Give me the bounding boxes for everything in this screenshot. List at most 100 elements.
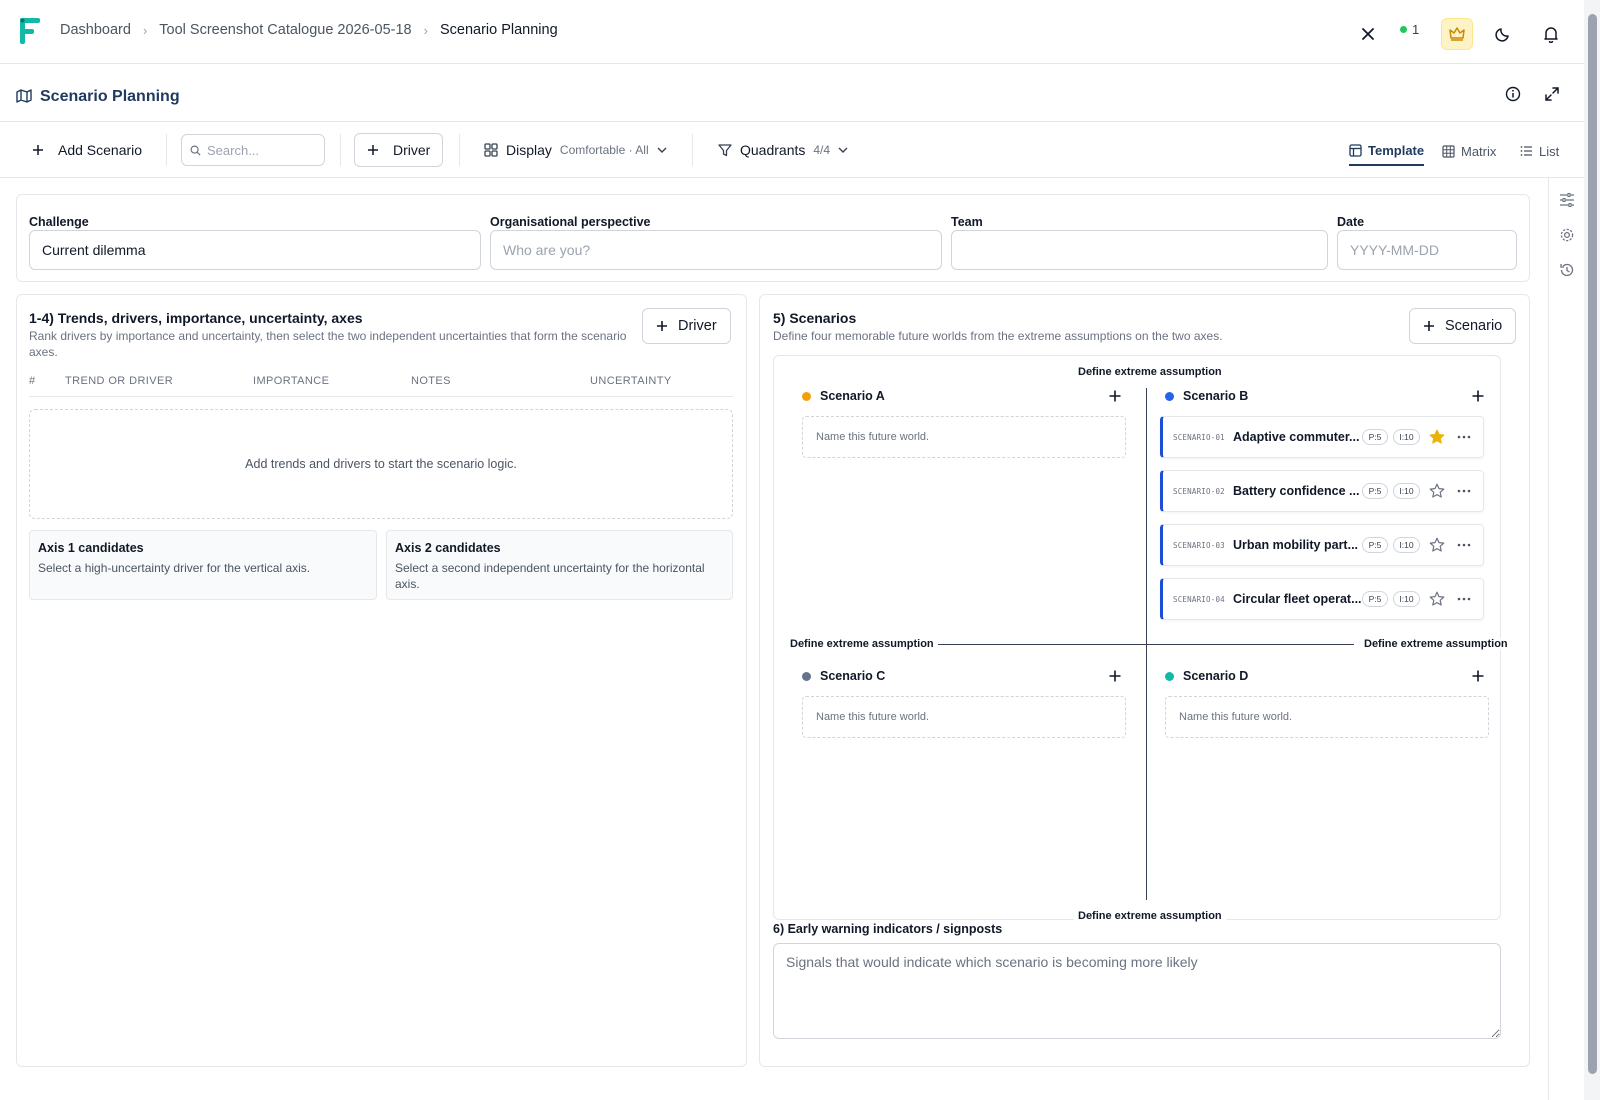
quadrant-c-name-placeholder: Name this future world. [816, 711, 930, 723]
breadcrumb-dashboard[interactable]: Dashboard [60, 22, 131, 38]
axis-label-left[interactable]: Define extreme assumption [786, 638, 938, 650]
drivers-table-header: # Trend or driver Importance Notes Uncer… [29, 295, 733, 397]
more-options-button[interactable] [1456, 429, 1472, 445]
info-icon [1505, 86, 1521, 102]
scenario-card[interactable]: SCENARIO-04 Circular fleet operat... P:5… [1160, 578, 1484, 620]
quadrant-a-title[interactable]: Scenario A [820, 389, 885, 403]
table-icon [1442, 144, 1455, 158]
add-scenario-label: Add Scenario [58, 142, 143, 158]
star-button[interactable] [1429, 429, 1445, 445]
history-icon [1560, 263, 1574, 277]
perspective-input[interactable] [490, 230, 942, 270]
close-button[interactable] [1352, 18, 1384, 50]
history-button[interactable] [1557, 260, 1577, 280]
add-driver-toolbar-button[interactable]: Driver [354, 133, 444, 167]
scenarios-title: 5) Scenarios [773, 310, 857, 326]
more-horizontal-icon [1457, 435, 1471, 439]
breadcrumb-catalogue[interactable]: Tool Screenshot Catalogue 2026-05-18 [159, 22, 411, 38]
chevron-right-icon: › [423, 22, 428, 38]
axis1-card[interactable]: Axis 1 candidates Select a high-uncertai… [29, 530, 377, 600]
add-card-quadrant-d-button[interactable] [1469, 667, 1487, 685]
scenario-card[interactable]: SCENARIO-03 Urban mobility part... P:5 I… [1160, 524, 1484, 566]
probability-badge: P:5 [1362, 537, 1388, 553]
scenario-card[interactable]: SCENARIO-01 Adaptive commuter... P:5 I:1… [1160, 416, 1484, 458]
plus-icon [1109, 670, 1121, 682]
sliders-icon [1560, 193, 1574, 207]
quadrant-b-title[interactable]: Scenario B [1183, 389, 1248, 403]
axis2-card[interactable]: Axis 2 candidates Select a second indepe… [386, 530, 733, 600]
axis1-title: Axis 1 candidates [38, 541, 144, 555]
col-trend[interactable]: Trend or driver [65, 375, 173, 387]
add-card-quadrant-c-button[interactable] [1106, 667, 1124, 685]
crown-icon [1449, 27, 1465, 41]
upgrade-button[interactable] [1441, 18, 1473, 50]
tab-template-label: Template [1368, 142, 1425, 158]
scenarios-subtitle: Define four memorable future worlds from… [773, 329, 1223, 343]
quadrant-c-dot [802, 671, 811, 681]
col-uncertainty[interactable]: Uncertainty [590, 375, 672, 387]
gear-icon [1560, 228, 1574, 242]
plus-icon [1109, 390, 1121, 402]
signposts-title: 6) Early warning indicators / signposts [773, 922, 1003, 936]
tab-list[interactable]: List [1520, 136, 1559, 166]
plus-icon [33, 145, 43, 155]
quadrant-a-name-field[interactable]: Name this future world. [802, 416, 1126, 458]
online-count: 1 [1412, 22, 1420, 37]
map-icon [16, 89, 32, 103]
col-importance[interactable]: Importance [253, 375, 329, 387]
add-card-quadrant-a-button[interactable] [1106, 387, 1124, 405]
axis-label-right[interactable]: Define extreme assumption [1360, 638, 1512, 650]
settings-button[interactable] [1557, 225, 1577, 245]
star-button[interactable] [1429, 483, 1445, 499]
display-value: Comfortable · All [559, 143, 649, 157]
axis-label-bottom[interactable]: Define extreme assumption [1074, 910, 1226, 922]
quadrant-d-title[interactable]: Scenario D [1183, 669, 1248, 683]
quadrant-d-name-field[interactable]: Name this future world. [1165, 696, 1489, 738]
perspective-label: Organisational perspective [490, 215, 651, 229]
team-input[interactable] [951, 230, 1328, 270]
horizontal-axis [934, 644, 1354, 645]
toolbar-divider [166, 134, 167, 166]
star-button[interactable] [1429, 537, 1445, 553]
more-options-button[interactable] [1456, 591, 1472, 607]
online-status[interactable]: 1 [1400, 22, 1419, 37]
search-box[interactable] [181, 134, 325, 166]
info-button[interactable] [1497, 78, 1529, 110]
page-scrollbar-thumb[interactable] [1588, 14, 1597, 1074]
axis-label-top[interactable]: Define extreme assumption [1074, 366, 1226, 378]
tab-matrix[interactable]: Matrix [1442, 136, 1496, 166]
more-options-button[interactable] [1456, 483, 1472, 499]
challenge-input[interactable] [29, 230, 481, 270]
adjustments-button[interactable] [1557, 190, 1577, 210]
add-card-quadrant-b-button[interactable] [1469, 387, 1487, 405]
star-outline-icon [1429, 537, 1445, 552]
quadrant-c-name-field[interactable]: Name this future world. [802, 696, 1126, 738]
scenario-card[interactable]: SCENARIO-02 Battery confidence ... P:5 I… [1160, 470, 1484, 512]
col-notes[interactable]: Notes [411, 375, 451, 387]
star-button[interactable] [1429, 591, 1445, 607]
quadrant-a-dot [802, 391, 811, 401]
expand-icon [1545, 87, 1559, 101]
display-dropdown[interactable]: Display Comfortable · All [484, 133, 667, 167]
moon-icon [1495, 28, 1509, 42]
add-scenario-panel-button[interactable]: Scenario [1409, 308, 1517, 344]
quadrants-value: 4/4 [813, 143, 831, 157]
more-options-button[interactable] [1456, 537, 1472, 553]
toolbar-divider [459, 134, 460, 166]
date-label: Date [1337, 215, 1365, 229]
more-horizontal-icon [1457, 597, 1471, 601]
fullscreen-button[interactable] [1536, 78, 1568, 110]
notifications-button[interactable] [1535, 18, 1567, 50]
quadrant-c-title[interactable]: Scenario C [820, 669, 885, 683]
signposts-textarea[interactable] [773, 943, 1501, 1039]
app-logo[interactable] [18, 16, 44, 46]
empty-text: Add trends and drivers to start the scen… [245, 457, 517, 471]
probability-badge: P:5 [1362, 591, 1388, 607]
star-outline-icon [1429, 591, 1445, 606]
date-input[interactable] [1337, 230, 1517, 270]
theme-toggle-button[interactable] [1487, 18, 1519, 50]
add-scenario-button[interactable]: Add Scenario [32, 133, 142, 167]
search-input[interactable] [207, 142, 317, 158]
tab-template[interactable]: Template [1349, 136, 1425, 166]
quadrants-filter[interactable]: Quadrants 4/4 [718, 133, 848, 167]
